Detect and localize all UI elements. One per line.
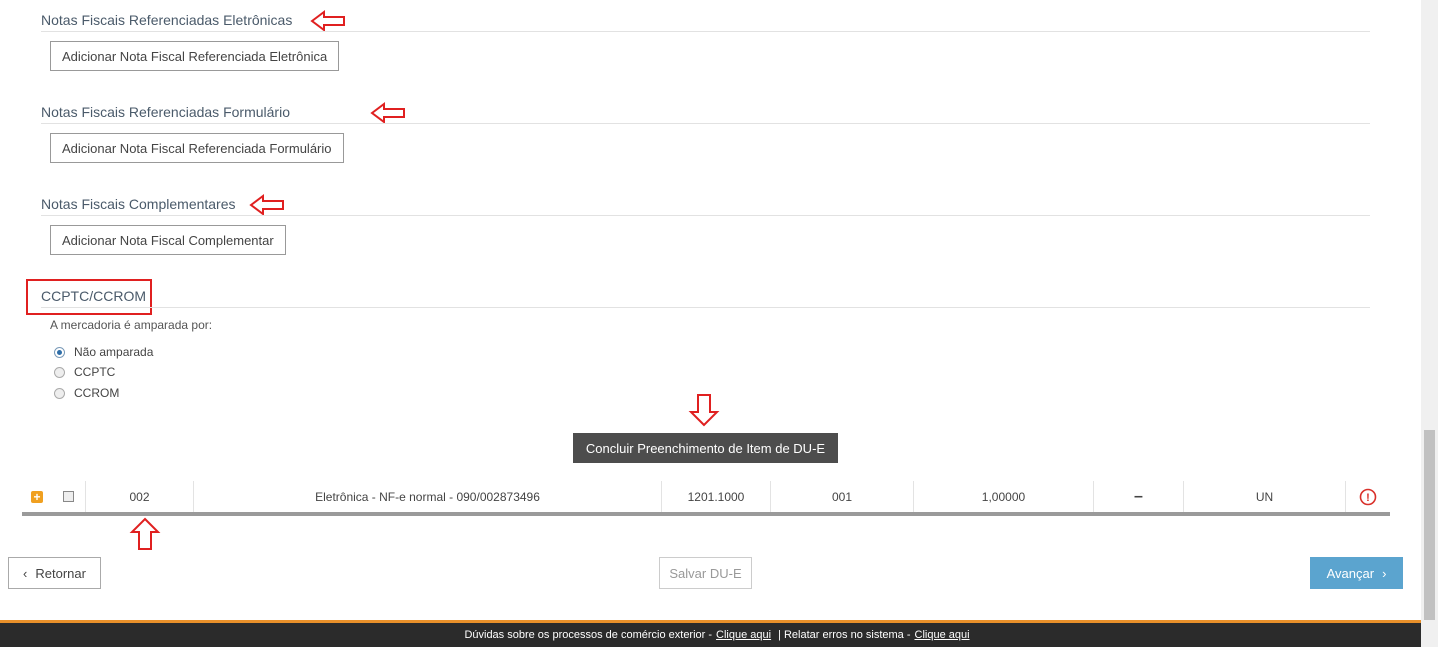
radio-label: Não amparada	[74, 345, 154, 359]
section-title-ccptc: CCPTC/CCROM	[41, 288, 146, 304]
divider	[41, 31, 1370, 32]
radio-option-ccptc[interactable]: CCPTC	[54, 365, 115, 379]
divider	[41, 123, 1370, 124]
ncm-cell: 1201.1000	[662, 481, 771, 512]
scrollbar-thumb[interactable]	[1424, 430, 1435, 620]
add-form-nf-button[interactable]: Adicionar Nota Fiscal Referenciada Formu…	[50, 133, 344, 163]
divider	[41, 307, 1370, 308]
footer-link-doubts[interactable]: Clique aqui	[716, 629, 771, 641]
code-cell: 001	[771, 481, 914, 512]
radio-button[interactable]	[54, 387, 65, 399]
footer-text-errors: Relatar erros no sistema -	[783, 629, 911, 641]
expand-plus-icon[interactable]: +	[31, 490, 43, 503]
next-button[interactable]: Avançar ›	[1310, 557, 1403, 589]
chevron-right-icon: ›	[1382, 565, 1387, 581]
dash-cell: –	[1094, 481, 1184, 512]
footer: Dúvidas sobre os processos de comércio e…	[0, 620, 1438, 647]
add-electronic-nf-button[interactable]: Adicionar Nota Fiscal Referenciada Eletr…	[50, 41, 340, 71]
save-due-button[interactable]: Salvar DU-E	[659, 557, 752, 589]
divider	[41, 215, 1370, 216]
warning-icon[interactable]: !	[1359, 488, 1377, 506]
section-title-electronic: Notas Fiscais Referenciadas Eletrônicas	[41, 12, 293, 28]
annotation-arrow-left-icon	[310, 10, 345, 32]
annotation-arrow-down-icon	[688, 394, 720, 427]
section-title-form: Notas Fiscais Referenciadas Formulário	[41, 104, 290, 120]
row-bottom-border	[22, 512, 1390, 516]
ccptc-question-label: A mercadoria é amparada por:	[50, 318, 213, 332]
svg-text:!: !	[1366, 492, 1370, 504]
footer-separator: |	[778, 629, 781, 641]
quantity-cell: 1,00000	[914, 481, 1094, 512]
expand-cell[interactable]: +	[22, 481, 52, 512]
row-checkbox[interactable]	[63, 491, 74, 502]
section-title-complementary: Notas Fiscais Complementares	[41, 196, 236, 212]
radio-button[interactable]	[54, 346, 65, 358]
nota-fiscal-cell: Eletrônica - NF-e normal - 090/002873496	[194, 481, 662, 512]
radio-label: CCPTC	[74, 365, 116, 379]
footer-text-doubts: Dúvidas sobre os processos de comércio e…	[464, 629, 713, 641]
unit-cell: UN	[1184, 481, 1346, 512]
item-number-cell: 002	[86, 481, 194, 512]
scrollbar[interactable]	[1421, 0, 1438, 647]
chevron-left-icon: ‹	[23, 565, 28, 581]
warning-cell[interactable]: !	[1346, 481, 1390, 512]
radio-label: CCROM	[74, 386, 120, 400]
select-cell[interactable]	[52, 481, 86, 512]
table-row[interactable]: + 002 Eletrônica - NF-e normal - 090/002…	[22, 481, 1390, 512]
conclude-item-button[interactable]: Concluir Preenchimento de Item de DU-E	[573, 433, 838, 463]
annotation-arrow-up-icon	[129, 517, 161, 550]
annotation-arrow-left-icon	[249, 194, 284, 216]
footer-link-errors[interactable]: Clique aqui	[915, 629, 970, 641]
radio-option-ccrom[interactable]: CCROM	[54, 386, 119, 400]
add-complementary-nf-button[interactable]: Adicionar Nota Fiscal Complementar	[50, 225, 286, 255]
radio-option-nao-amparada[interactable]: Não amparada	[54, 345, 153, 359]
annotation-arrow-left-icon	[370, 102, 405, 124]
radio-button[interactable]	[54, 366, 65, 378]
back-button[interactable]: ‹ Retornar	[8, 557, 101, 589]
